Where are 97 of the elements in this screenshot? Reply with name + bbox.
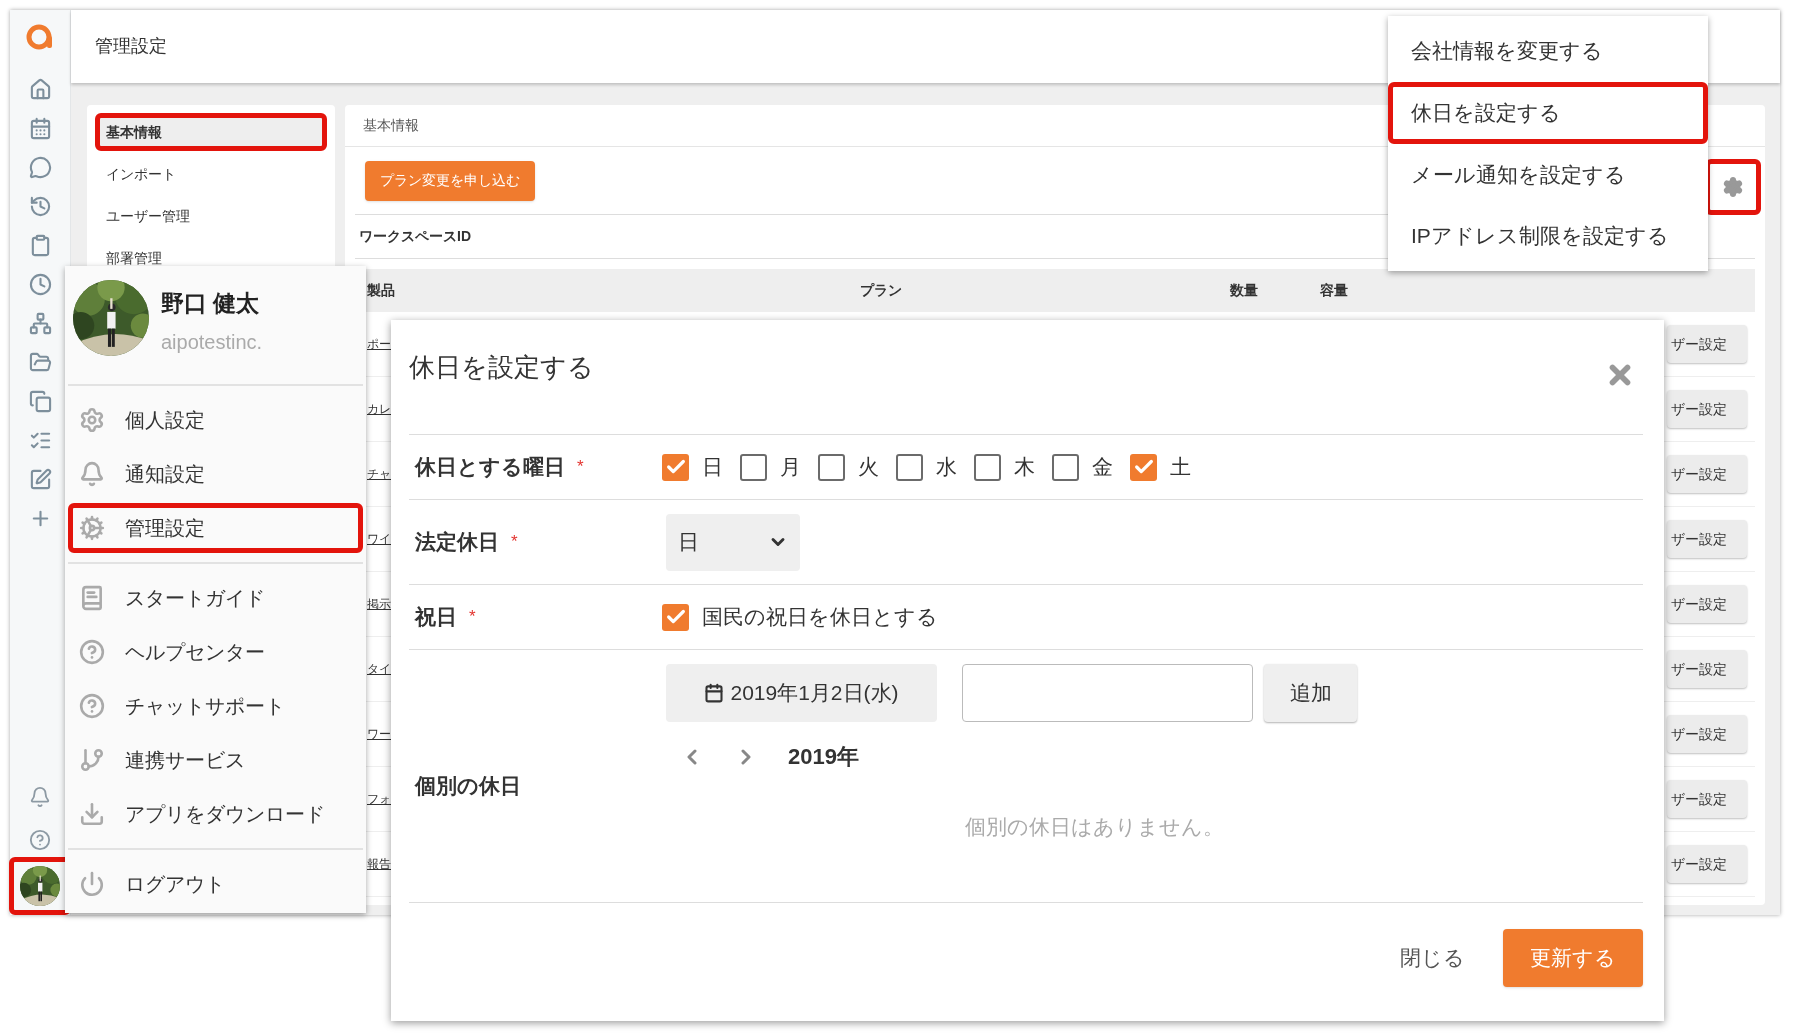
help-icon [79,639,105,665]
menu-item[interactable]: ログアウト [68,859,363,909]
user-settings-button[interactable]: ザー設定 [1667,650,1747,688]
add-button[interactable]: 追加 [1264,664,1357,722]
weekday-label: 土 [1170,454,1191,481]
menu-item[interactable]: 通知設定 [68,449,363,499]
menu-item[interactable]: メール通知を設定する [1388,143,1708,206]
user-settings-button[interactable]: ザー設定 [1667,780,1747,818]
user-settings-button[interactable]: ザー設定 [1667,585,1747,623]
book-icon [79,585,105,611]
checkbox[interactable] [974,453,1001,481]
chat-bubble-icon[interactable] [28,156,52,179]
user-settings-button[interactable]: ザー設定 [1667,455,1747,493]
product-link[interactable]: ワイ [367,530,391,548]
product-link[interactable]: タイ [367,660,391,678]
field-label: 個別の休日 [415,773,521,800]
legal-holiday-select[interactable]: 日 [666,513,800,571]
checkbox[interactable] [740,453,767,481]
help-icon[interactable] [29,829,51,851]
product-link[interactable]: ポー [367,335,391,353]
dialog-title: 休日を設定する [409,351,594,384]
calendar-icon [704,683,725,703]
column-header: 数量 [1230,281,1259,300]
checkbox[interactable] [896,453,923,481]
menu-item[interactable]: 会社情報を変更する [1388,20,1708,82]
help-icon [79,693,105,719]
sidebar-item[interactable]: 基本情報 [95,113,327,151]
settings-icon [79,407,105,433]
weekday-label: 金 [1092,454,1113,481]
product-link[interactable]: ワー [367,725,391,743]
card-title: 基本情報 [363,116,419,135]
column-header: 製品 [366,281,396,300]
sidebar-item[interactable]: インポート [95,155,327,193]
checkbox-label: 国民の祝日を休日とする [702,604,938,631]
field-label: 休日とする曜日 [415,454,565,481]
close-button[interactable]: 閉じる [1400,942,1465,974]
cogs-icon [79,515,105,541]
required-mark: * [469,606,476,629]
column-header: プラン [860,281,903,300]
bell-icon [79,461,105,487]
field-label: 法定休日 [415,529,499,556]
hierarchy-icon[interactable] [28,312,52,335]
checkbox[interactable] [1052,453,1079,481]
user-settings-button[interactable]: ザー設定 [1667,325,1747,363]
logo-icon [25,22,55,52]
menu-item[interactable]: スタートガイド [68,573,363,623]
date-picker-button[interactable]: 2019年1月2日(水) [666,664,937,722]
branch-icon [79,747,105,773]
product-link[interactable]: フォ [367,790,391,808]
user-settings-button[interactable]: ザー設定 [1667,845,1747,883]
weekday-label: 日 [702,454,723,481]
bell-icon[interactable] [29,786,51,808]
field-label: 祝日 [415,604,457,631]
menu-item[interactable]: チャットサポート [68,681,363,731]
product-link[interactable]: 報告 [367,855,391,873]
folder-icon[interactable] [28,351,52,374]
menu-item[interactable]: ヘルプセンター [68,627,363,677]
year-label: 2019年 [788,743,859,771]
clock-icon[interactable] [28,273,52,296]
copy-icon[interactable] [28,390,52,413]
empty-message: 個別の休日はありません。 [965,814,1224,840]
weekday-label: 水 [936,454,957,481]
menu-item[interactable]: 管理設定 [68,503,363,553]
checkbox[interactable] [662,603,689,631]
weekday-label: 木 [1014,454,1035,481]
holiday-name-field[interactable] [962,664,1253,722]
workspace-id-label: ワークスペースID [359,227,471,246]
download-icon [79,801,105,827]
organization-name: aipotestinc. [161,329,263,355]
calendar-icon[interactable] [28,117,52,140]
checkbox[interactable] [1130,453,1157,481]
weekday-label: 火 [858,454,879,481]
edit-icon[interactable] [28,468,52,491]
menu-item[interactable]: アプリをダウンロード [68,789,363,839]
checkbox[interactable] [662,453,689,481]
menu-item[interactable]: 休日を設定する [1388,81,1708,144]
sidebar-item[interactable]: ユーザー管理 [95,197,327,235]
user-settings-button[interactable]: ザー設定 [1667,715,1747,753]
user-settings-button[interactable]: ザー設定 [1667,390,1747,428]
power-icon [79,871,105,897]
menu-item[interactable]: 連携サービス [68,735,363,785]
product-link[interactable]: 掲示 [367,595,391,613]
page-title: 管理設定 [95,35,167,58]
history-icon[interactable] [28,195,52,218]
gear-icon [1722,176,1744,198]
menu-item[interactable]: IPアドレス制限を設定する [1388,205,1708,267]
menu-item[interactable]: 個人設定 [68,395,363,445]
weekday-label: 月 [780,454,801,481]
column-header: 容量 [1320,281,1348,300]
required-mark: * [577,456,584,479]
checkbox[interactable] [818,453,845,481]
product-link[interactable]: チャ [367,465,391,483]
user-settings-button[interactable]: ザー設定 [1667,520,1747,558]
home-icon[interactable] [28,78,52,101]
product-link[interactable]: カレ [367,400,391,418]
user-name: 野口 健太 [161,289,261,318]
required-mark: * [511,531,518,554]
